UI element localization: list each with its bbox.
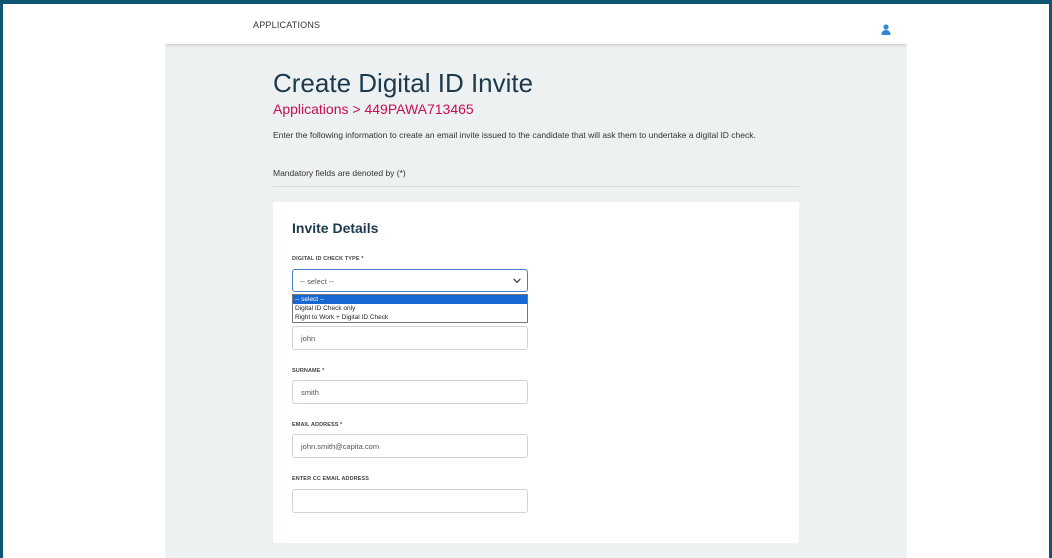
first-name-input[interactable] [292,326,528,350]
check-type-dropdown-list[interactable]: -- select -- Digital ID Check only Right t… [292,294,528,323]
user-icon[interactable] [881,24,891,35]
breadcrumb-current: 449PAWA713465 [364,101,474,117]
dropdown-option[interactable]: Digital ID Check only [293,304,527,313]
cc-email-input[interactable] [292,489,528,513]
breadcrumb-link-applications[interactable]: Applications [273,101,349,117]
breadcrumb-separator: > [348,101,365,117]
check-type-select[interactable]: -- select -- [292,269,528,292]
card-title: Invite Details [292,220,379,236]
chevron-down-icon [513,278,521,284]
top-navigation-bar: APPLICATIONS [165,4,907,44]
cc-email-label: ENTER CC EMAIL ADDRESS [292,476,370,482]
breadcrumb: Applications > 449PAWA713465 [273,101,474,117]
divider [273,186,799,187]
dropdown-option[interactable]: Right to Work + Digital ID Check [293,313,527,322]
nav-link-applications[interactable]: APPLICATIONS [253,20,320,30]
intro-text: Enter the following information to creat… [273,130,756,140]
surname-input[interactable] [292,380,528,404]
app-area: APPLICATIONS Create Digital ID Invite Ap… [165,4,907,558]
check-type-select-value: -- select -- [300,277,334,286]
invite-details-card: Invite Details DIGITAL ID CHECK TYPE * -… [273,202,799,543]
email-label: EMAIL ADDRESS * [292,422,343,428]
mandatory-note: Mandatory fields are denoted by (*) [273,168,406,178]
page-title: Create Digital ID Invite [273,68,534,98]
dropdown-option[interactable]: -- select -- [293,295,527,304]
check-type-label: DIGITAL ID CHECK TYPE * [292,256,364,262]
email-input[interactable] [292,434,528,458]
surname-label: SURNAME * [292,368,325,374]
